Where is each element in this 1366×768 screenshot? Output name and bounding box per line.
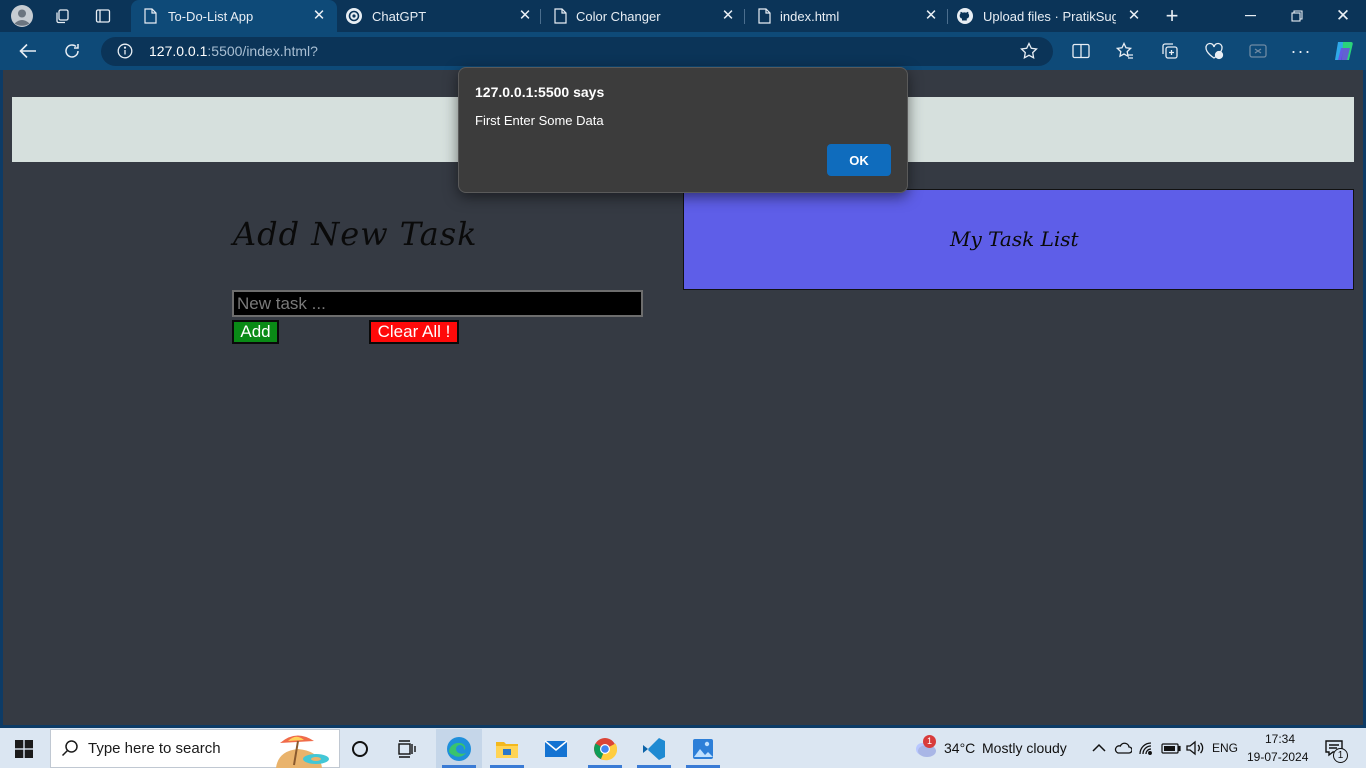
volume-icon[interactable] — [1184, 738, 1206, 758]
back-arrow-icon[interactable] — [16, 39, 40, 63]
profile-avatar-icon[interactable] — [9, 4, 35, 28]
tab-actions-icon[interactable] — [91, 5, 115, 27]
search-highlight-image — [258, 729, 338, 768]
search-placeholder: Type here to search — [88, 740, 221, 757]
browser-essentials-icon[interactable] — [1203, 40, 1225, 62]
tab-title: Upload files · PratikSugan — [983, 9, 1116, 24]
new-tab-icon[interactable]: + — [1160, 3, 1184, 28]
extensions-icon[interactable] — [1247, 40, 1269, 62]
tab-chatgpt[interactable]: ChatGPT ✕ — [337, 0, 540, 32]
close-tab-icon[interactable]: ✕ — [921, 6, 941, 26]
search-icon — [60, 738, 80, 758]
chrome-icon[interactable] — [582, 729, 628, 768]
cortana-icon[interactable] — [337, 729, 383, 768]
workspaces-icon[interactable] — [50, 5, 74, 27]
close-tab-icon[interactable]: ✕ — [718, 6, 738, 26]
collections-icon[interactable] — [1159, 40, 1181, 62]
url-host: 127.0.0.1 — [149, 43, 208, 59]
tab-color-changer[interactable]: Color Changer ✕ — [541, 0, 744, 32]
battery-icon[interactable] — [1160, 738, 1182, 758]
add-task-button[interactable]: Add — [232, 320, 279, 344]
tab-title: index.html — [780, 9, 840, 24]
alert-message: First Enter Some Data — [475, 113, 604, 128]
task-list-heading: My Task List — [950, 227, 1079, 251]
document-icon — [554, 8, 567, 27]
weather-description[interactable]: Mostly cloudy — [982, 740, 1067, 756]
windows-start-icon[interactable] — [13, 738, 35, 760]
weather-badge: 1 — [923, 735, 936, 748]
minimize-window-icon[interactable] — [1239, 5, 1263, 27]
chatgpt-logo-icon — [346, 8, 362, 27]
split-screen-icon[interactable] — [1070, 40, 1092, 62]
tab-title: To-Do-List App — [168, 9, 254, 24]
document-icon — [144, 8, 157, 27]
favorites-icon[interactable] — [1114, 40, 1136, 62]
wifi-icon[interactable] — [1137, 738, 1157, 758]
favorite-star-icon[interactable] — [1018, 40, 1040, 62]
mail-icon[interactable] — [533, 729, 579, 768]
url-text[interactable]: 127.0.0.1:5500/index.html? — [149, 43, 318, 59]
tab-title: Color Changer — [576, 9, 661, 24]
weather-temperature[interactable]: 34°C — [944, 740, 975, 756]
tab-upload-files[interactable]: Upload files · PratikSugan ✕ — [948, 0, 1150, 32]
more-menu-icon[interactable]: ··· — [1290, 40, 1312, 62]
document-icon — [758, 8, 771, 27]
close-tab-icon[interactable]: ✕ — [515, 6, 535, 26]
clear-all-button[interactable]: Clear All ! — [369, 320, 459, 344]
close-tab-icon[interactable]: ✕ — [1124, 6, 1144, 26]
edge-browser-icon[interactable] — [436, 729, 482, 768]
file-explorer-icon[interactable] — [484, 729, 530, 768]
new-task-input[interactable] — [232, 290, 643, 317]
show-hidden-icons-chevron-icon[interactable] — [1089, 738, 1109, 758]
refresh-icon[interactable] — [60, 39, 84, 63]
onedrive-cloud-icon[interactable] — [1113, 738, 1133, 758]
copilot-icon[interactable] — [1331, 38, 1357, 64]
notification-count-badge: 1 — [1333, 748, 1348, 763]
alert-ok-button[interactable]: OK — [827, 144, 891, 176]
task-view-icon[interactable] — [384, 729, 430, 768]
clock-time[interactable]: 17:34 — [1265, 732, 1295, 746]
photos-icon[interactable] — [680, 729, 726, 768]
close-window-icon[interactable]: ✕ — [1331, 5, 1355, 27]
alert-title: 127.0.0.1:5500 says — [475, 84, 605, 100]
tab-title: ChatGPT — [372, 9, 427, 24]
close-tab-icon[interactable]: ✕ — [309, 6, 329, 26]
clock-date[interactable]: 19-07-2024 — [1247, 750, 1308, 764]
github-logo-icon — [957, 8, 973, 27]
add-task-heading: Add New Task — [233, 215, 478, 253]
site-info-icon[interactable] — [115, 41, 135, 61]
url-path: :5500/index.html? — [207, 43, 318, 59]
tab-to-do-list-app[interactable]: To-Do-List App ✕ — [131, 0, 337, 32]
vscode-icon[interactable] — [631, 729, 677, 768]
tab-index-html[interactable]: index.html ✕ — [745, 0, 947, 32]
restore-window-icon[interactable] — [1285, 5, 1309, 27]
input-language[interactable]: ENG — [1212, 741, 1238, 755]
